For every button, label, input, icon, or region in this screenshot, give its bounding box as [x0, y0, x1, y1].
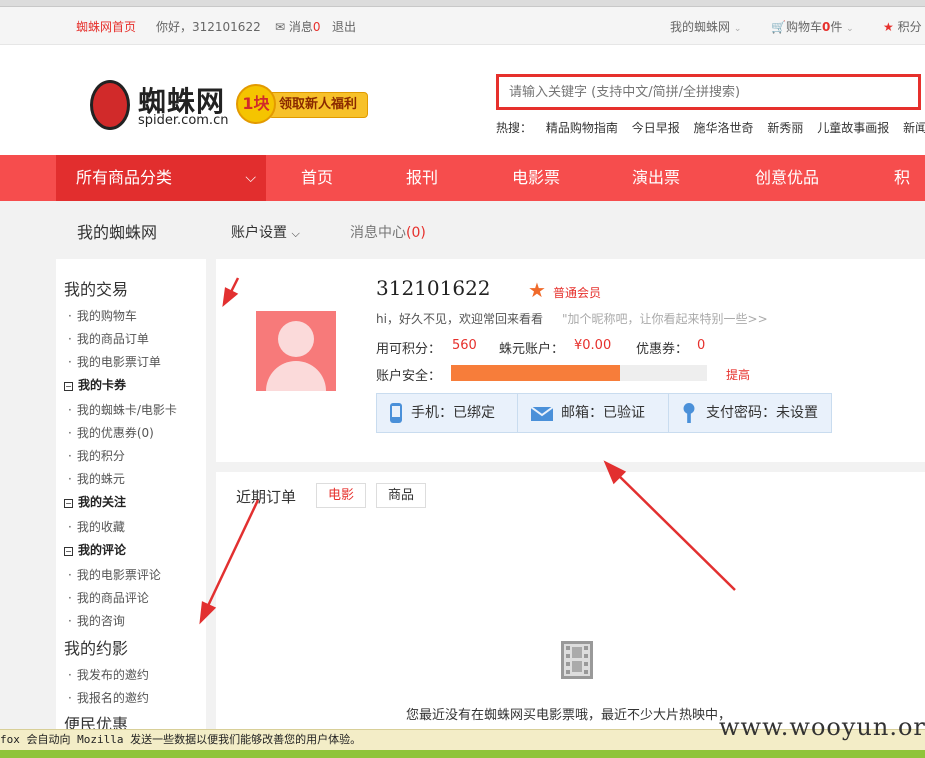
points-link[interactable]: ★ 积分 [883, 18, 922, 35]
email-status[interactable]: 邮箱：已验证 [561, 394, 645, 432]
sidebar-item-spider-card[interactable]: 我的蜘蛛卡/电影卡 [68, 401, 177, 418]
coupon-value[interactable]: 0 [697, 338, 705, 353]
points-value[interactable]: 560 [452, 338, 477, 353]
greeting: hi，好久不见，欢迎常回来看看 [376, 312, 543, 326]
tab-goods[interactable]: 商品 [376, 483, 426, 508]
security-upgrade-link[interactable]: 提高 [726, 366, 750, 383]
new-user-promo[interactable]: 领取新人福利 1块 [236, 84, 368, 124]
chevron-down-icon: ⌵ [245, 170, 256, 186]
film-icon [561, 641, 593, 679]
verification-bar: 手机：已绑定 邮箱：已验证 支付密码：未设置 [376, 393, 832, 433]
sidebar-item-movie-orders[interactable]: 我的电影票订单 [68, 353, 161, 370]
top-bar: 蜘蛛网首页 你好，312101622 ✉ 消息0 退出 我的蜘蛛网 ⌄ 🛒购物车… [0, 7, 925, 45]
nav-show-tickets[interactable]: 演出票 [632, 155, 680, 201]
watermark: www.wooyun.org [719, 713, 925, 741]
taskbar-strip [0, 750, 925, 758]
sidebar: 我的交易 我的购物车 我的商品订单 我的电影票订单 −我的卡券 我的蜘蛛卡/电影… [56, 259, 206, 734]
mail-icon: ✉ [275, 20, 286, 34]
hot-link[interactable]: 新秀丽 [767, 121, 803, 135]
home-link[interactable]: 蜘蛛网首页 [76, 18, 136, 35]
sidebar-item-points[interactable]: 我的积分 [68, 447, 125, 464]
sidebar-item-favorites[interactable]: 我的收藏 [68, 518, 125, 535]
nav-points[interactable]: 积分 [894, 155, 925, 233]
sidebar-item-published[interactable]: 我发布的邀约 [68, 666, 149, 683]
phone-icon [390, 403, 402, 423]
member-level[interactable]: 普通会员 [553, 284, 601, 301]
sidebar-item-goods-orders[interactable]: 我的商品订单 [68, 330, 149, 347]
sidebar-item-cart[interactable]: 我的购物车 [68, 307, 137, 324]
sidebar-item-joined[interactable]: 我报名的邀约 [68, 689, 149, 706]
nav-home[interactable]: 首页 [301, 155, 333, 201]
sidebar-heading-trade: 我的交易 [64, 280, 129, 299]
spider-account-label: 蛛元账户： [499, 342, 565, 357]
message-center-link[interactable]: 消息中心(0) [350, 222, 426, 242]
empty-orders-text: 您最近没有在蜘蛛网买电影票哦，最近不少大片热映中， [406, 708, 732, 723]
my-spider-menu[interactable]: 我的蜘蛛网 ⌄ [670, 18, 741, 35]
hot-label: 热搜： [496, 121, 533, 135]
chevron-down-icon: ⌄ [846, 24, 854, 34]
star-icon: ★ [883, 20, 894, 34]
collapse-icon: − [64, 547, 73, 556]
sidebar-item-movie-reviews[interactable]: 我的电影票评论 [68, 566, 161, 583]
hot-link[interactable]: 今日早报 [632, 121, 680, 135]
hot-link[interactable]: 精品购物指南 [546, 121, 618, 135]
nickname-link[interactable]: "加个昵称吧，让你看起来特别一些>> [562, 310, 768, 327]
all-categories-menu[interactable]: 所有商品分类 ⌵ [56, 155, 266, 201]
browser-tab-strip [0, 0, 925, 7]
key-icon [683, 403, 695, 423]
orders-panel [216, 472, 925, 729]
sidebar-heading-dates: 我的约影 [64, 639, 129, 658]
logo[interactable]: 蜘蛛网 spider.com.cn [90, 80, 235, 132]
spider-account-value[interactable]: ¥0.00 [574, 338, 611, 353]
orders-title: 近期订单 [236, 488, 297, 506]
account-settings-menu[interactable]: 账户设置 ⌵ [231, 222, 300, 242]
sidebar-item-coupons[interactable]: 我的优惠券(0) [68, 424, 154, 441]
greeting-text: 你好，312101622 [156, 20, 261, 34]
hot-link[interactable]: 新闻晨 [903, 121, 925, 135]
coin-icon: 1块 [236, 84, 276, 124]
search-input[interactable] [499, 77, 918, 107]
collapse-icon: − [64, 499, 73, 508]
hot-searches: 热搜： 精品购物指南 今日早报 施华洛世奇 新秀丽 儿童故事画报 新闻晨 [496, 119, 925, 136]
logo-domain: spider.com.cn [138, 113, 229, 128]
sidebar-item-consult[interactable]: 我的咨询 [68, 612, 125, 629]
collapse-icon: − [64, 382, 73, 391]
page-title: 我的蜘蛛网 [77, 223, 158, 242]
sidebar-item-goods-reviews[interactable]: 我的商品评论 [68, 589, 149, 606]
coupon-label: 优惠券： [636, 342, 689, 357]
chevron-down-icon: ⌄ [733, 24, 742, 34]
promo-text: 领取新人福利 [268, 92, 368, 118]
search-box[interactable] [496, 74, 921, 110]
sidebar-section-follows[interactable]: − 我的关注 [64, 493, 126, 510]
messages-link[interactable]: ✉ 消息0 [275, 18, 321, 35]
logout-link[interactable]: 退出 [332, 18, 356, 35]
cart-icon: 🛒 [771, 20, 786, 34]
hot-link[interactable]: 施华洛世奇 [694, 121, 754, 135]
sidebar-item-spider-yuan[interactable]: 我的蛛元 [68, 470, 125, 487]
sidebar-section-cards[interactable]: − 我的卡券 [64, 376, 126, 393]
nav-creative-goods[interactable]: 创意优品 [755, 155, 819, 201]
member-star-icon: ★ [528, 278, 546, 302]
security-progress [451, 365, 707, 381]
spider-logo-icon [90, 80, 130, 130]
security-label: 账户安全： [376, 369, 442, 384]
nav-newspapers[interactable]: 报刊 [406, 155, 438, 201]
phone-status[interactable]: 手机：已绑定 [411, 394, 495, 432]
avatar[interactable] [256, 311, 336, 391]
points-label: 用可积分： [376, 342, 442, 357]
paypwd-status[interactable]: 支付密码：未设置 [706, 394, 818, 432]
hot-link[interactable]: 儿童故事画报 [817, 121, 889, 135]
tab-movie[interactable]: 电影 [316, 483, 366, 508]
cart-link[interactable]: 🛒购物车0件 ⌄ [771, 18, 854, 35]
chevron-down-icon: ⌵ [291, 227, 300, 240]
nav-movie-tickets[interactable]: 电影票 [512, 155, 560, 201]
sidebar-section-reviews[interactable]: − 我的评论 [64, 541, 126, 558]
security-progress-fill [451, 365, 620, 381]
email-icon [531, 406, 553, 421]
username: 312101622 [376, 276, 491, 300]
